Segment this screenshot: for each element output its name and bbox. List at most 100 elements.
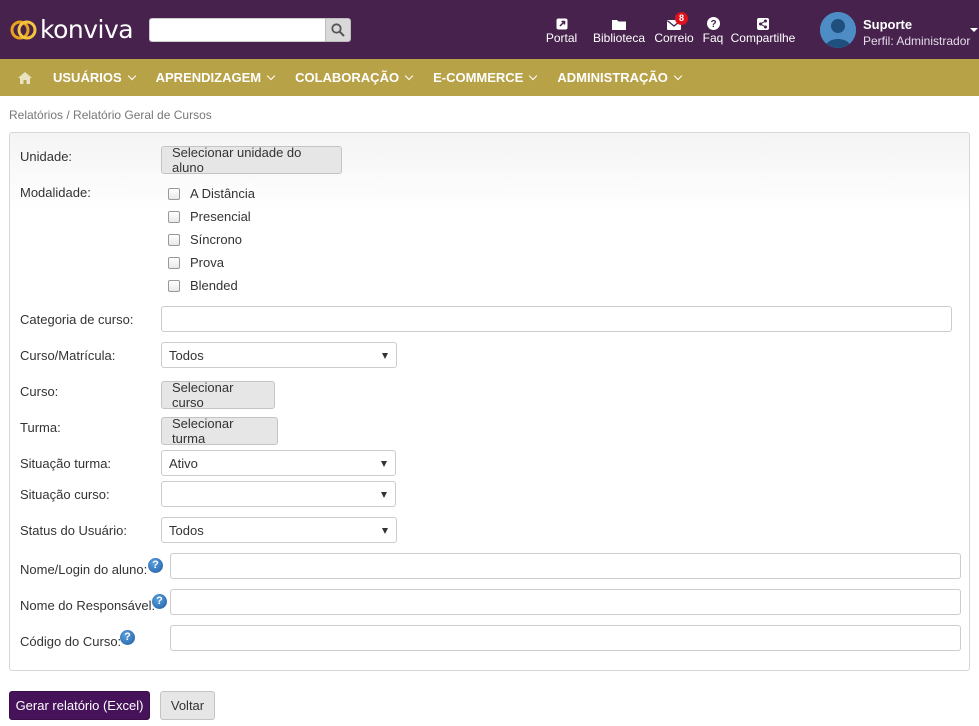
status-usuario-select[interactable]: Todos xyxy=(161,517,397,543)
home-button[interactable] xyxy=(18,71,40,84)
portal-link[interactable]: Portal xyxy=(540,15,583,45)
categoria-label: Categoria de curso: xyxy=(20,312,134,327)
modalidade-distancia-checkbox[interactable]: A Distância xyxy=(168,186,255,201)
biblioteca-link[interactable]: Biblioteca xyxy=(588,15,650,45)
home-icon xyxy=(18,71,32,84)
turma-label: Turma: xyxy=(20,420,61,435)
search-input[interactable] xyxy=(149,18,325,42)
compartilhe-label: Compartilhe xyxy=(730,31,796,45)
status-usuario-label: Status do Usuário: xyxy=(20,523,127,538)
main-nav: USUÁRIOS APRENDIZAGEM COLABORAÇÃO E-COMM… xyxy=(0,59,979,96)
nome-login-input[interactable] xyxy=(170,553,961,579)
dropdown-arrow-icon xyxy=(382,528,388,534)
nav-usuarios[interactable]: USUÁRIOS xyxy=(53,70,136,85)
codigo-curso-input[interactable] xyxy=(170,625,961,651)
curso-matricula-label: Curso/Matrícula: xyxy=(20,348,116,363)
situacao-turma-select[interactable]: Ativo xyxy=(161,450,396,476)
dropdown-arrow-icon xyxy=(381,492,387,498)
nav-administracao[interactable]: ADMINISTRAÇÃO xyxy=(557,70,683,85)
unidade-label: Unidade: xyxy=(20,149,73,164)
correio-label: Correio xyxy=(654,31,694,45)
selected-value: Ativo xyxy=(169,455,198,471)
user-name: Suporte xyxy=(863,17,913,32)
nav-administracao-label: ADMINISTRAÇÃO xyxy=(557,70,668,85)
curso-matricula-select[interactable]: Todos xyxy=(161,342,397,368)
dropdown-arrow-icon xyxy=(381,461,387,467)
nome-login-label: Nome/Login do aluno: xyxy=(20,562,148,577)
help-icon[interactable]: ? xyxy=(152,594,167,609)
checkbox-box[interactable] xyxy=(168,233,180,246)
nome-responsavel-input[interactable] xyxy=(170,589,961,615)
chevron-down-icon xyxy=(266,71,276,80)
nav-ecommerce[interactable]: E-COMMERCE xyxy=(433,70,538,85)
compartilhe-link[interactable]: Compartilhe xyxy=(730,15,796,45)
user-silhouette-icon xyxy=(820,12,856,48)
logo-text: konviva xyxy=(40,14,134,44)
chevron-down-icon xyxy=(673,71,683,80)
checkbox-box[interactable] xyxy=(168,187,180,200)
checkbox-label: Blended xyxy=(190,278,238,293)
modalidade-blended-checkbox[interactable]: Blended xyxy=(168,278,238,293)
search-button[interactable] xyxy=(325,18,351,42)
situacao-curso-select[interactable] xyxy=(161,481,396,507)
checkbox-label: Presencial xyxy=(190,209,251,224)
folder-icon xyxy=(612,20,626,30)
nav-usuarios-label: USUÁRIOS xyxy=(53,70,122,85)
generate-report-button[interactable]: Gerar relatório (Excel) xyxy=(9,691,150,720)
nav-aprendizagem-label: APRENDIZAGEM xyxy=(155,70,262,85)
faq-link[interactable]: ? Faq xyxy=(698,15,728,45)
selected-value: Todos xyxy=(169,347,204,363)
breadcrumb: Relatórios / Relatório Geral de Cursos xyxy=(9,108,212,122)
curso-label: Curso: xyxy=(20,384,59,399)
svg-text:?: ? xyxy=(710,19,716,30)
question-icon: ? xyxy=(706,17,720,30)
selected-value: Todos xyxy=(169,522,204,538)
user-menu[interactable]: Suporte Perfil: Administrador xyxy=(820,12,978,48)
nome-responsavel-label: Nome do Responsável: xyxy=(20,598,156,613)
nav-ecommerce-label: E-COMMERCE xyxy=(433,70,524,85)
chevron-down-icon xyxy=(404,71,414,80)
top-bar: konviva Portal Biblioteca 8 Correio ? Fa… xyxy=(0,0,979,59)
checkbox-label: Prova xyxy=(190,255,224,270)
situacao-turma-label: Situação turma: xyxy=(20,456,112,471)
correio-link[interactable]: 8 Correio xyxy=(653,12,695,45)
select-course-button[interactable]: Selecionar curso xyxy=(161,380,275,410)
checkbox-label: A Distância xyxy=(190,186,256,201)
chevron-down-icon xyxy=(127,71,136,80)
search-box xyxy=(149,18,351,42)
checkbox-box[interactable] xyxy=(168,279,180,292)
modalidade-prova-checkbox[interactable]: Prova xyxy=(168,255,224,270)
chevron-down-icon xyxy=(970,28,978,32)
nav-colaboracao-label: COLABORAÇÃO xyxy=(295,70,400,85)
categoria-input[interactable] xyxy=(161,306,952,332)
top-icons: Portal Biblioteca 8 Correio ? Faq Compar… xyxy=(540,12,796,45)
checkbox-label: Síncrono xyxy=(190,232,243,247)
search-icon xyxy=(331,23,345,37)
nav-aprendizagem[interactable]: APRENDIZAGEM xyxy=(155,70,276,85)
back-button[interactable]: Voltar xyxy=(160,691,215,720)
checkbox-box[interactable] xyxy=(168,256,180,269)
checkbox-box[interactable] xyxy=(168,210,180,223)
select-unit-button[interactable]: Selecionar unidade do aluno xyxy=(161,145,342,175)
chevron-down-icon xyxy=(529,71,538,80)
modalidade-sincrono-checkbox[interactable]: Síncrono xyxy=(168,232,242,247)
modalidade-presencial-checkbox[interactable]: Presencial xyxy=(168,209,251,224)
konviva-logo-icon xyxy=(10,20,37,40)
mail-count-badge: 8 xyxy=(675,12,688,25)
select-class-button[interactable]: Selecionar turma xyxy=(161,416,278,446)
help-icon[interactable]: ? xyxy=(120,630,135,645)
portal-label: Portal xyxy=(545,31,578,45)
nav-colaboracao[interactable]: COLABORAÇÃO xyxy=(295,70,414,85)
logo[interactable]: konviva xyxy=(10,14,134,44)
dropdown-arrow-icon xyxy=(382,353,388,359)
biblioteca-label: Biblioteca xyxy=(592,31,646,45)
codigo-curso-label: Código do Curso: xyxy=(20,634,122,649)
situacao-curso-label: Situação curso: xyxy=(20,487,110,502)
user-role: Perfil: Administrador xyxy=(863,34,971,48)
modalidade-label: Modalidade: xyxy=(20,185,91,200)
user-info: Suporte Perfil: Administrador xyxy=(863,12,970,48)
faq-label: Faq xyxy=(702,31,724,45)
share-icon xyxy=(757,18,769,30)
avatar xyxy=(820,12,856,48)
help-icon[interactable]: ? xyxy=(148,558,163,573)
